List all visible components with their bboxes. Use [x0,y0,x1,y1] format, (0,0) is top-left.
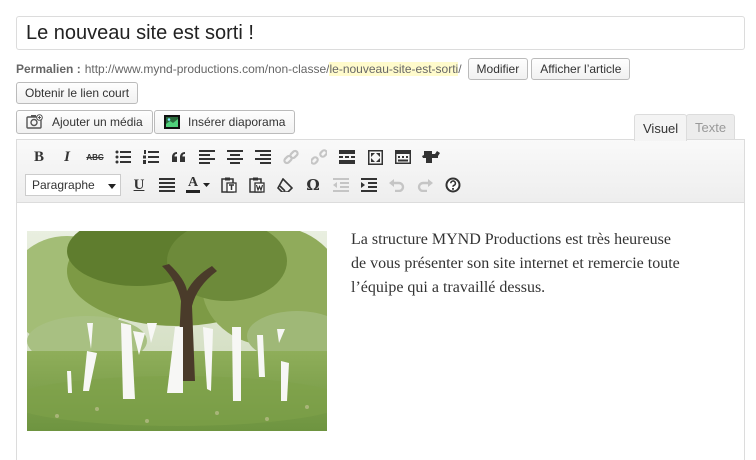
bold-icon[interactable]: B [25,144,53,170]
editor-content[interactable]: La structure MYND Productions est très h… [17,203,744,460]
indent-icon[interactable] [355,172,383,198]
clear-formatting-icon[interactable] [271,172,299,198]
blockquote-icon[interactable] [165,144,193,170]
strikethrough-icon[interactable]: ABC [81,144,109,170]
editor-toolbar: B I ABC Paragraphe U A Ω [17,140,744,203]
read-more-icon[interactable] [333,144,361,170]
link-icon[interactable] [277,144,305,170]
italic-icon[interactable]: I [53,144,81,170]
outdent-icon[interactable] [327,172,355,198]
get-shortlink-button[interactable]: Obtenir le lien court [16,82,139,104]
tab-visual[interactable]: Visuel [634,114,688,141]
unlink-icon[interactable] [305,144,333,170]
special-character-icon[interactable]: Ω [299,172,327,198]
align-left-icon[interactable] [193,144,221,170]
permalink-row: Permalien : http://www.mynd-productions.… [16,58,631,80]
paste-text-icon[interactable] [215,172,243,198]
numbered-list-icon[interactable] [137,144,165,170]
toggle-toolbar-icon[interactable] [389,144,417,170]
permalink-label: Permalien : [16,62,81,76]
permalink-trailing: / [458,62,462,76]
editor: B I ABC Paragraphe U A Ω La structure MY… [16,139,745,460]
edit-permalink-button[interactable]: Modifier [467,58,529,80]
toolbar-row-1: B I ABC [25,144,445,170]
redo-icon[interactable] [411,172,439,198]
insert-slideshow-label: Insérer diaporama [188,115,286,129]
align-right-icon[interactable] [249,144,277,170]
slideshow-icon [164,115,180,129]
post-title-input[interactable] [16,16,745,50]
plugin-icon[interactable] [417,144,445,170]
bullet-list-icon[interactable] [109,144,137,170]
format-select-value: Paragraphe [32,178,95,192]
text-color-icon[interactable]: A [181,172,215,198]
post-image[interactable] [27,231,327,431]
underline-icon[interactable]: U [125,172,153,198]
add-media-label: Ajouter un média [52,115,143,129]
post-paragraph[interactable]: La structure MYND Productions est très h… [351,228,681,300]
chevron-down-icon [108,178,116,192]
tab-text[interactable]: Texte [686,114,736,140]
justify-icon[interactable] [153,172,181,198]
view-post-button[interactable]: Afficher l’article [531,58,631,80]
add-media-button[interactable]: Ajouter un média [16,110,153,134]
help-icon[interactable] [439,172,467,198]
media-icon [26,114,44,130]
insert-slideshow-button[interactable]: Insérer diaporama [154,110,296,134]
toolbar-row-2: Paragraphe U A Ω [25,172,467,198]
paste-word-icon[interactable] [243,172,271,198]
permalink-slug[interactable]: le-nouveau-site-est-sorti [329,62,459,76]
format-select[interactable]: Paragraphe [25,174,121,196]
undo-icon[interactable] [383,172,411,198]
align-center-icon[interactable] [221,144,249,170]
permalink-base-url: http://www.mynd-productions.com/non-clas… [84,62,330,76]
fullscreen-icon[interactable] [361,144,389,170]
